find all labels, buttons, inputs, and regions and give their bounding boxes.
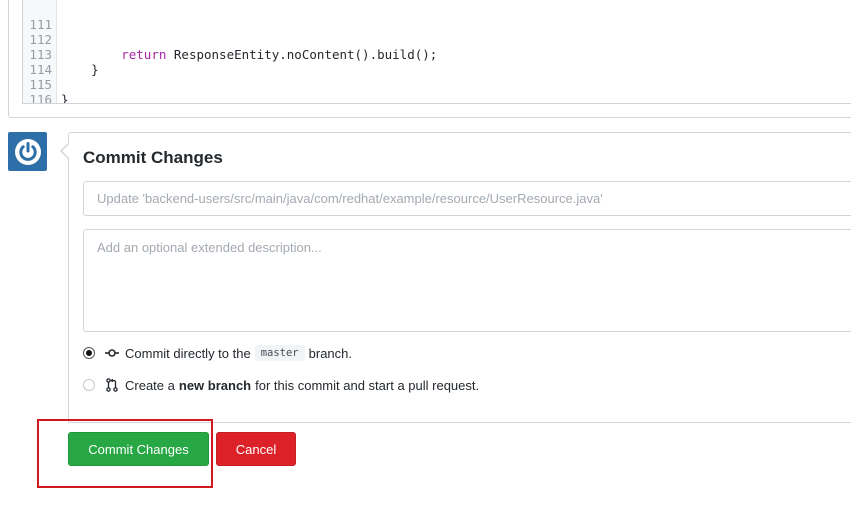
code-line: 115 } [23,62,68,103]
commit-direct-radio[interactable] [83,347,95,359]
code-line: 114 [23,47,53,77]
form-divider [68,422,851,423]
cancel-button[interactable]: Cancel [216,432,296,466]
line-text: } [61,92,69,104]
git-commit-icon [105,346,119,360]
commit-direct-option[interactable]: Commit directly to the master branch. [83,344,352,362]
git-pull-request-icon [105,378,119,392]
power-icon [14,138,41,165]
code-line: 112 return ResponseEntity.noContent().bu… [23,17,437,62]
commit-direct-prefix: Commit directly to the [125,345,251,361]
branch-name: master [254,345,305,361]
keyword-return: return [121,47,167,62]
line-text: return ResponseEntity.noContent().build(… [61,47,437,62]
new-branch-prefix: Create a [125,377,175,393]
new-branch-option[interactable]: Create a new branch for this commit and … [83,376,479,394]
commit-changes-button[interactable]: Commit Changes [68,432,209,466]
commit-form-title: Commit Changes [83,148,223,167]
line-text: } [61,62,99,77]
line-rest: ResponseEntity.noContent().build(); [166,47,438,62]
commit-description-input[interactable] [83,229,851,332]
speech-arrow-fill [62,144,69,158]
line-number: 116 [29,92,52,104]
new-branch-radio[interactable] [83,379,95,391]
code-line: 116 [23,77,53,103]
commit-summary-input[interactable] [83,181,851,216]
code-line: 113 } [23,32,98,77]
new-branch-suffix: for this commit and start a pull request… [255,377,480,393]
commit-direct-suffix: branch. [308,345,353,361]
new-branch-emphasis: new branch [178,377,252,393]
code-line: 111 [23,2,53,32]
code-view: 111 112 return ResponseEntity.noContent(… [22,0,851,104]
avatar[interactable] [8,132,47,171]
